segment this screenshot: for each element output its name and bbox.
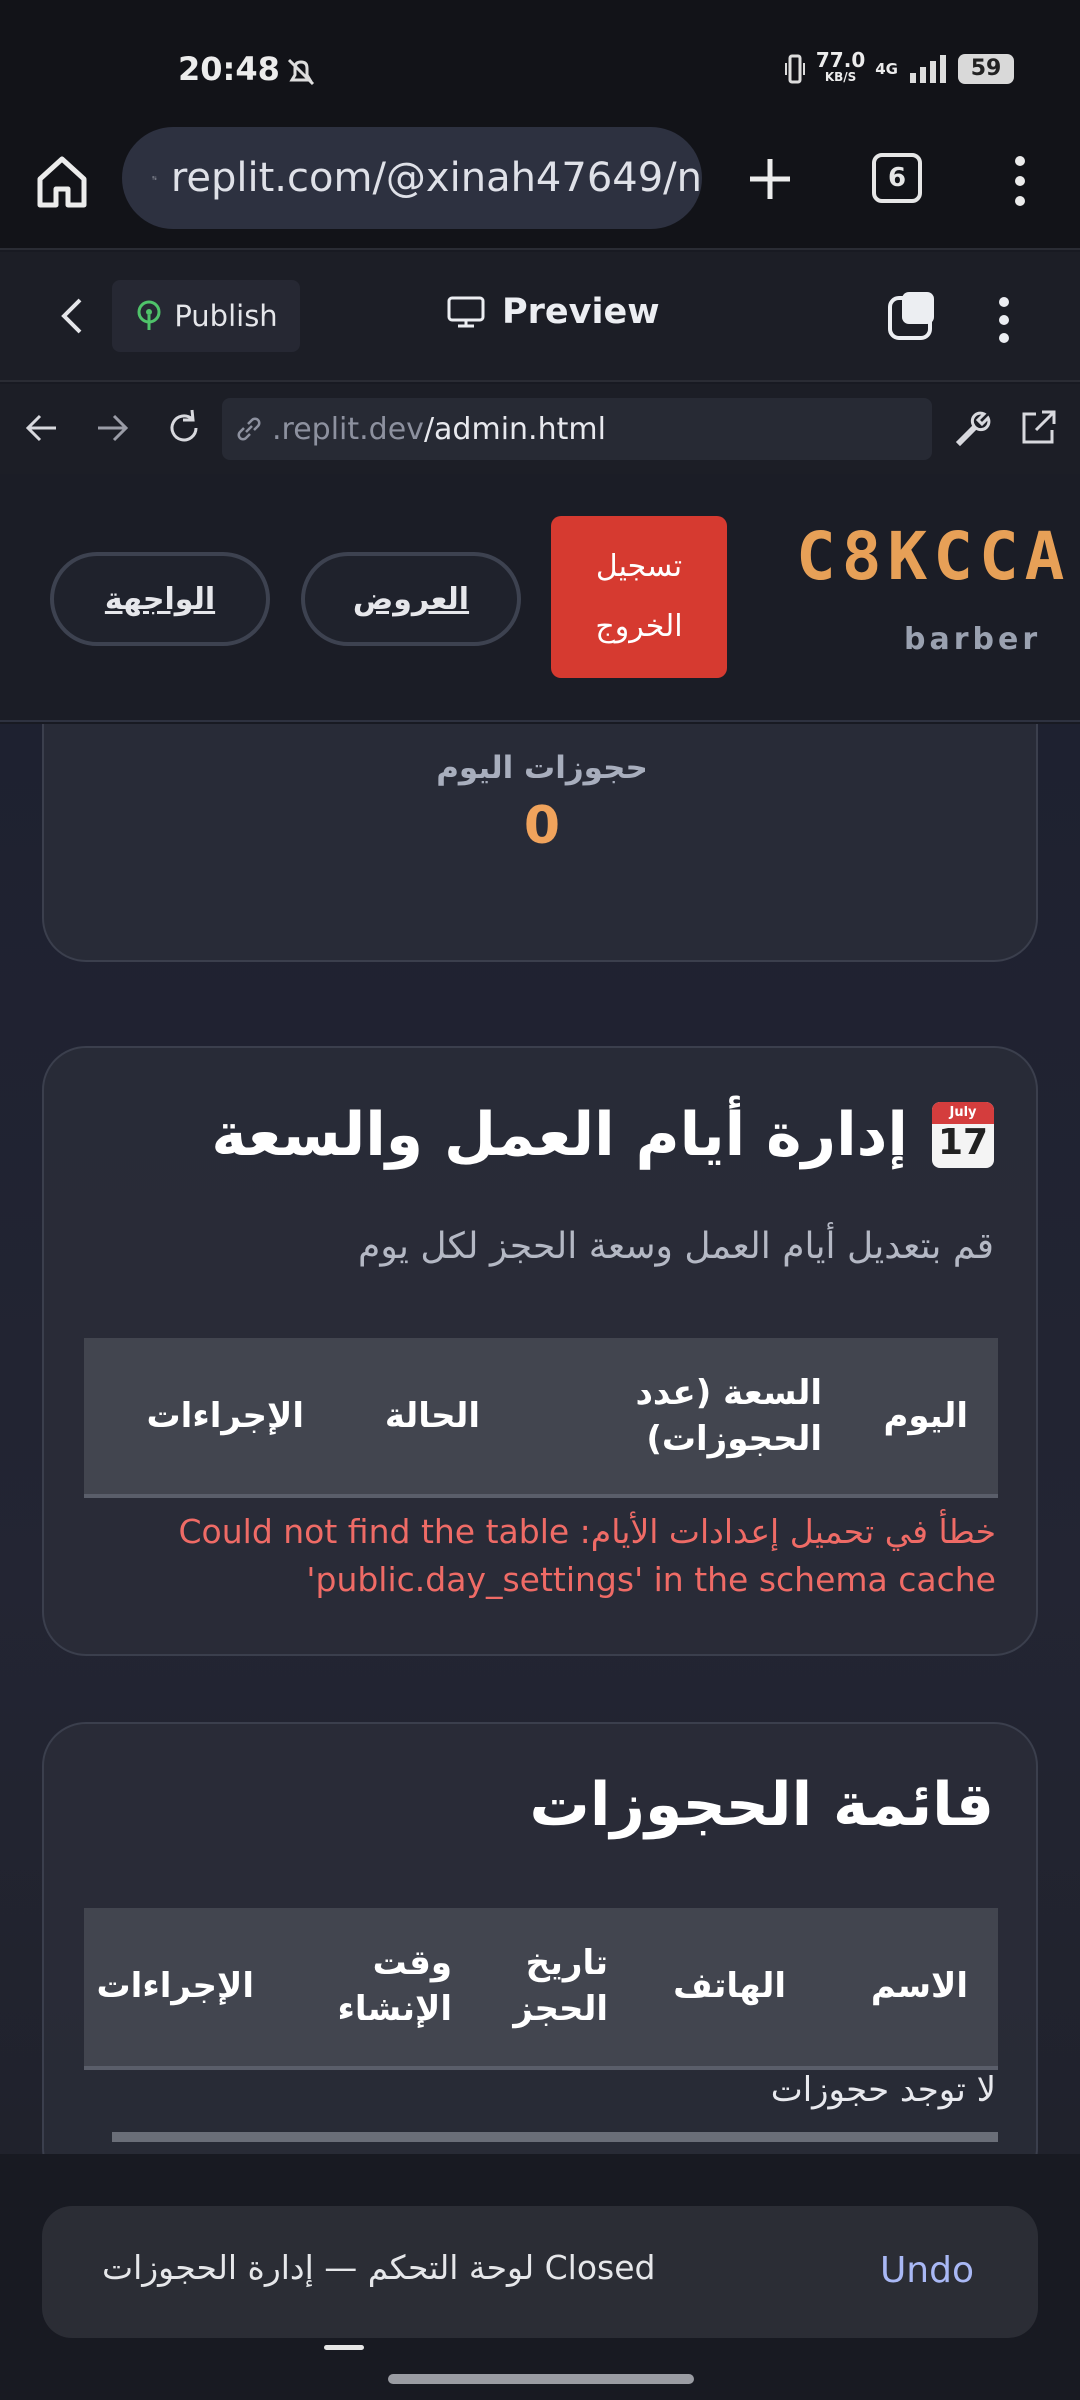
site-logo[interactable]: C8KCCA (796, 518, 1070, 595)
site-settings-icon[interactable] (152, 158, 157, 198)
site-logo-subtitle: barber (904, 622, 1042, 657)
snackbar: لوحة التحكم — إدارة الحجوزات Closed Undo (42, 2206, 1038, 2338)
handle-indicator (324, 2345, 364, 2350)
preview-url-domain: .replit.dev (272, 411, 424, 447)
column-header: الحالة (384, 1396, 480, 1436)
nav-home-button[interactable]: الواجهة (50, 552, 270, 646)
today-bookings-card: حجوزات اليوم 0 (42, 724, 1038, 962)
status-time: 20:48 (178, 50, 280, 88)
column-header: الإجراءات (96, 1966, 254, 2006)
column-header: الهاتف (673, 1966, 786, 2006)
new-tab-icon[interactable] (740, 149, 800, 209)
column-header: الاسم (870, 1966, 968, 2006)
devtools-icon[interactable] (886, 290, 938, 342)
url-field[interactable]: replit.com/@xinah47649/n (122, 127, 702, 229)
preview-label: Preview (502, 292, 660, 332)
open-external-icon[interactable] (1016, 406, 1060, 450)
empty-state: لا توجد حجوزات (770, 2070, 996, 2110)
working-days-table-header: اليوم السعة (عدد الحجوزات) الحالة الإجرا… (84, 1338, 998, 1498)
link-icon (237, 417, 261, 441)
working-days-card: July 17 إدارة أيام العمل والسعة قم بتعدي… (42, 1046, 1038, 1656)
today-bookings-label: حجوزات اليوم (436, 750, 648, 786)
column-header: اليوم (883, 1396, 968, 1436)
column-header: الإجراءات (146, 1396, 304, 1436)
preview-address-bar: .replit.dev/admin.html (0, 384, 1080, 474)
error-message: خطأ في تحميل إعدادات الأيام: Could not f… (178, 1512, 996, 1599)
home-icon[interactable] (30, 149, 94, 213)
preview-url-field[interactable]: .replit.dev/admin.html (222, 398, 932, 460)
gesture-navigation-bar[interactable] (388, 2374, 694, 2384)
today-bookings-value: 0 (523, 796, 561, 856)
calendar-icon: July 17 (932, 1102, 994, 1168)
undo-button[interactable]: Undo (880, 2250, 974, 2291)
column-header: السعة (عدد الحجوزات) (635, 1373, 822, 1459)
more-vert-icon[interactable] (984, 292, 1024, 348)
wrench-icon[interactable] (950, 406, 994, 450)
tabs-count-button[interactable]: 6 (872, 153, 922, 203)
admin-content: حجوزات اليوم 0 July 17 إدارة أيام العمل … (0, 724, 1080, 2154)
arrow-back-icon[interactable] (20, 406, 64, 450)
working-days-title-text: إدارة أيام العمل والسعة (211, 1100, 908, 1170)
monitor-icon (447, 296, 485, 328)
replit-toolbar: Publish Preview (0, 252, 1080, 382)
preview-url-path: /admin.html (423, 411, 606, 447)
logout-button[interactable]: تسجيل الخروج (551, 516, 727, 678)
publish-label: Publish (174, 299, 278, 333)
publish-button[interactable]: Publish (112, 280, 300, 352)
bookings-card: قائمة الحجوزات الاسم الهاتف تاريخ الحجز … (42, 1722, 1038, 2154)
working-days-title: July 17 إدارة أيام العمل والسعة (211, 1100, 994, 1170)
status-indicators: 77.0 KB/S 4G 59 (784, 48, 1014, 86)
horizontal-scrollbar[interactable] (112, 2132, 998, 2142)
bookings-title: قائمة الحجوزات (529, 1770, 994, 1840)
signal-icon (910, 55, 946, 83)
publish-icon (137, 300, 161, 330)
browser-toolbar: replit.com/@xinah47649/n 6 (0, 125, 1080, 250)
nav-offers-button[interactable]: العروض (301, 552, 521, 646)
more-vert-icon[interactable] (1000, 149, 1040, 213)
back-chevron-icon[interactable] (52, 294, 92, 338)
battery-icon: 59 (958, 54, 1014, 84)
snackbar-message: لوحة التحكم — إدارة الحجوزات Closed (102, 2248, 656, 2287)
arrow-forward-icon[interactable] (90, 406, 134, 450)
column-header: تاريخ الحجز (513, 1943, 608, 2029)
vibrate-icon (784, 54, 805, 84)
preview-tab[interactable]: Preview (446, 292, 660, 332)
status-bar: 20:48 77.0 KB/S 4G 59 (0, 0, 1080, 125)
url-text: replit.com/@xinah47649/n (170, 155, 702, 201)
working-days-subtitle: قم بتعديل أيام العمل وسعة الحجز لكل يوم (358, 1226, 994, 1267)
bookings-table-header: الاسم الهاتف تاريخ الحجز وقت الإنشاء الإ… (84, 1908, 998, 2070)
lte-indicator: 4G (875, 60, 898, 78)
refresh-icon[interactable] (162, 406, 206, 450)
site-header: الواجهة العروض تسجيل الخروج C8KCCA barbe… (0, 474, 1080, 722)
notification-muted-icon (287, 58, 315, 86)
network-speed: 77.0 KB/S (815, 48, 866, 84)
column-header: وقت الإنشاء (337, 1943, 452, 2029)
